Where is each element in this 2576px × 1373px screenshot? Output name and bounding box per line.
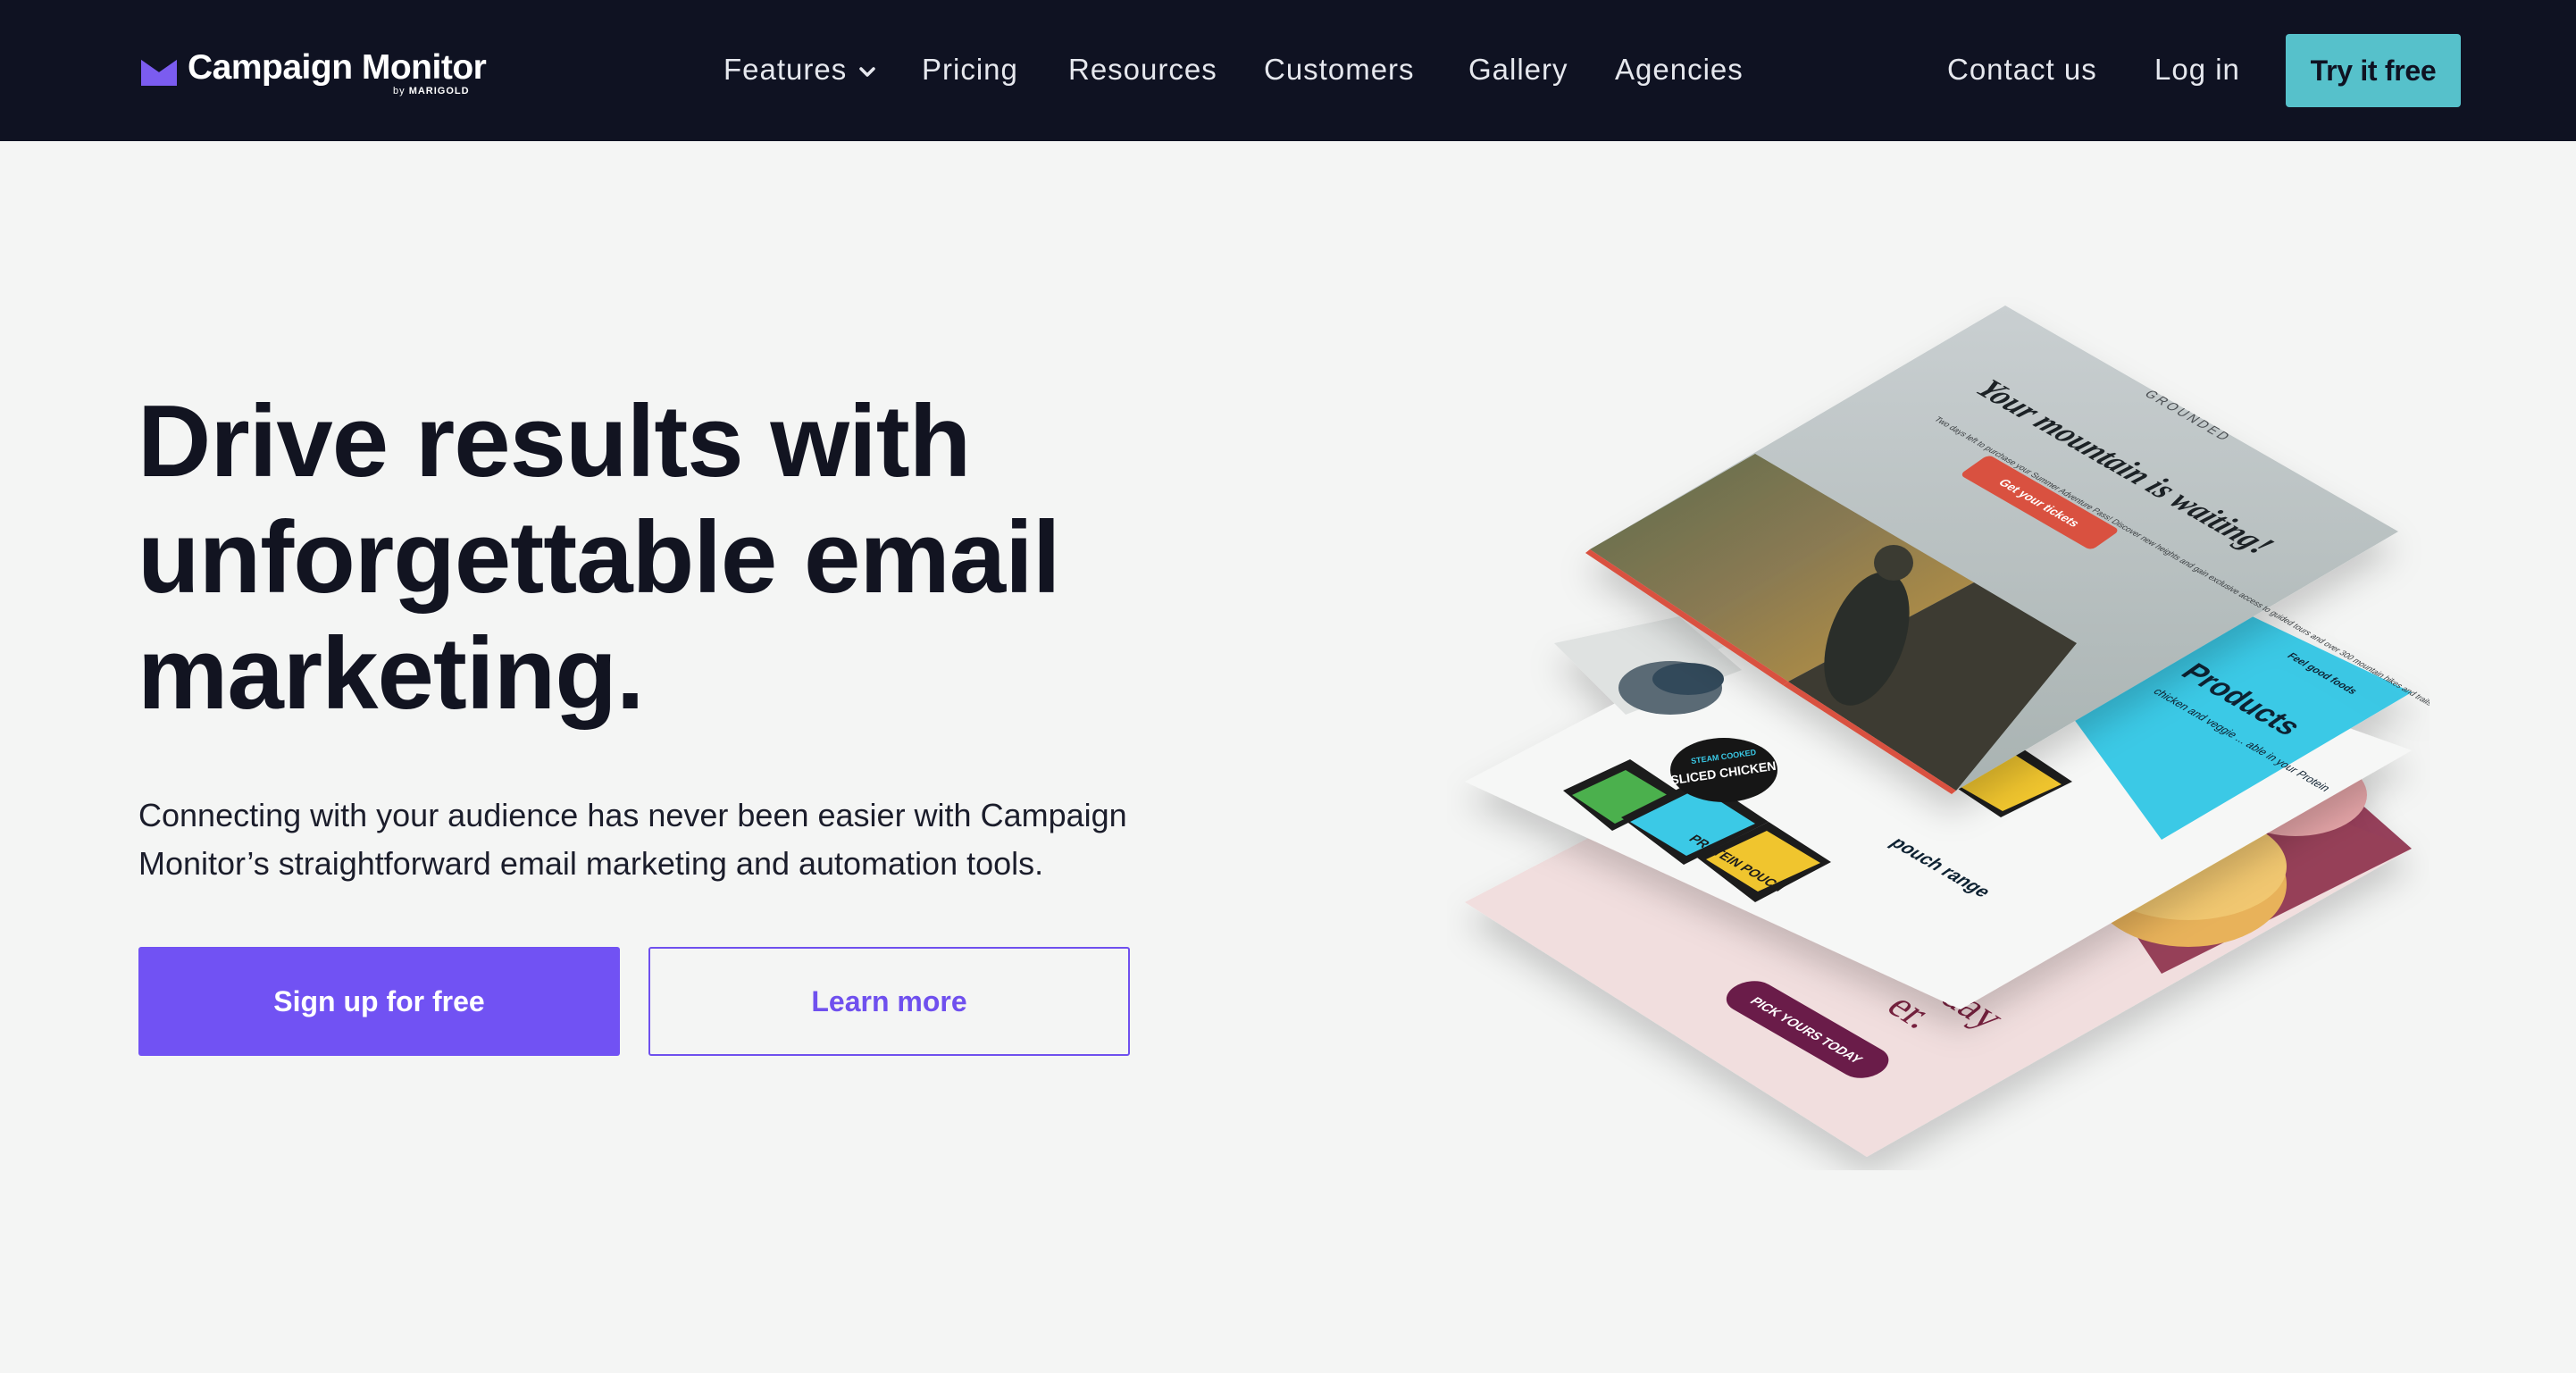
email-templates-illustration: day er. PICK YOURS TODAY Feel good foods… — [1465, 306, 2430, 1157]
nav-features[interactable]: Features — [723, 48, 877, 91]
nav-agencies[interactable]: Agencies — [1615, 48, 1744, 91]
top-navigation-bar: Campaign Monitor by MARIGOLD Features Pr… — [0, 0, 2576, 141]
nav-customers[interactable]: Customers — [1264, 48, 1415, 91]
envelope-icon — [141, 59, 177, 86]
nav-features-label: Features — [723, 53, 848, 86]
logo-parent-brand: MARIGOLD — [408, 86, 470, 96]
logo-by-text: by — [393, 86, 406, 96]
nav-gallery[interactable]: Gallery — [1468, 48, 1568, 91]
campaign-monitor-logo[interactable]: Campaign Monitor by MARIGOLD — [141, 46, 487, 100]
logo-wordmark: Campaign Monitor — [188, 48, 487, 87]
try-it-free-button[interactable]: Try it free — [2286, 34, 2461, 107]
nav-resources[interactable]: Resources — [1068, 48, 1217, 91]
sign-up-for-free-button[interactable]: Sign up for free — [138, 947, 620, 1056]
nav-contact-us[interactable]: Contact us — [1947, 48, 2097, 91]
nav-log-in[interactable]: Log in — [2154, 48, 2240, 91]
learn-more-button[interactable]: Learn more — [648, 947, 1130, 1056]
hero-subtitle: Connecting with your audience has never … — [138, 797, 1127, 882]
nav-pricing[interactable]: Pricing — [922, 48, 1018, 91]
chevron-down-icon — [859, 67, 875, 77]
logo-byline: by MARIGOLD — [393, 86, 470, 96]
hero-title: Drive results with unforgettable email m… — [138, 385, 1061, 731]
